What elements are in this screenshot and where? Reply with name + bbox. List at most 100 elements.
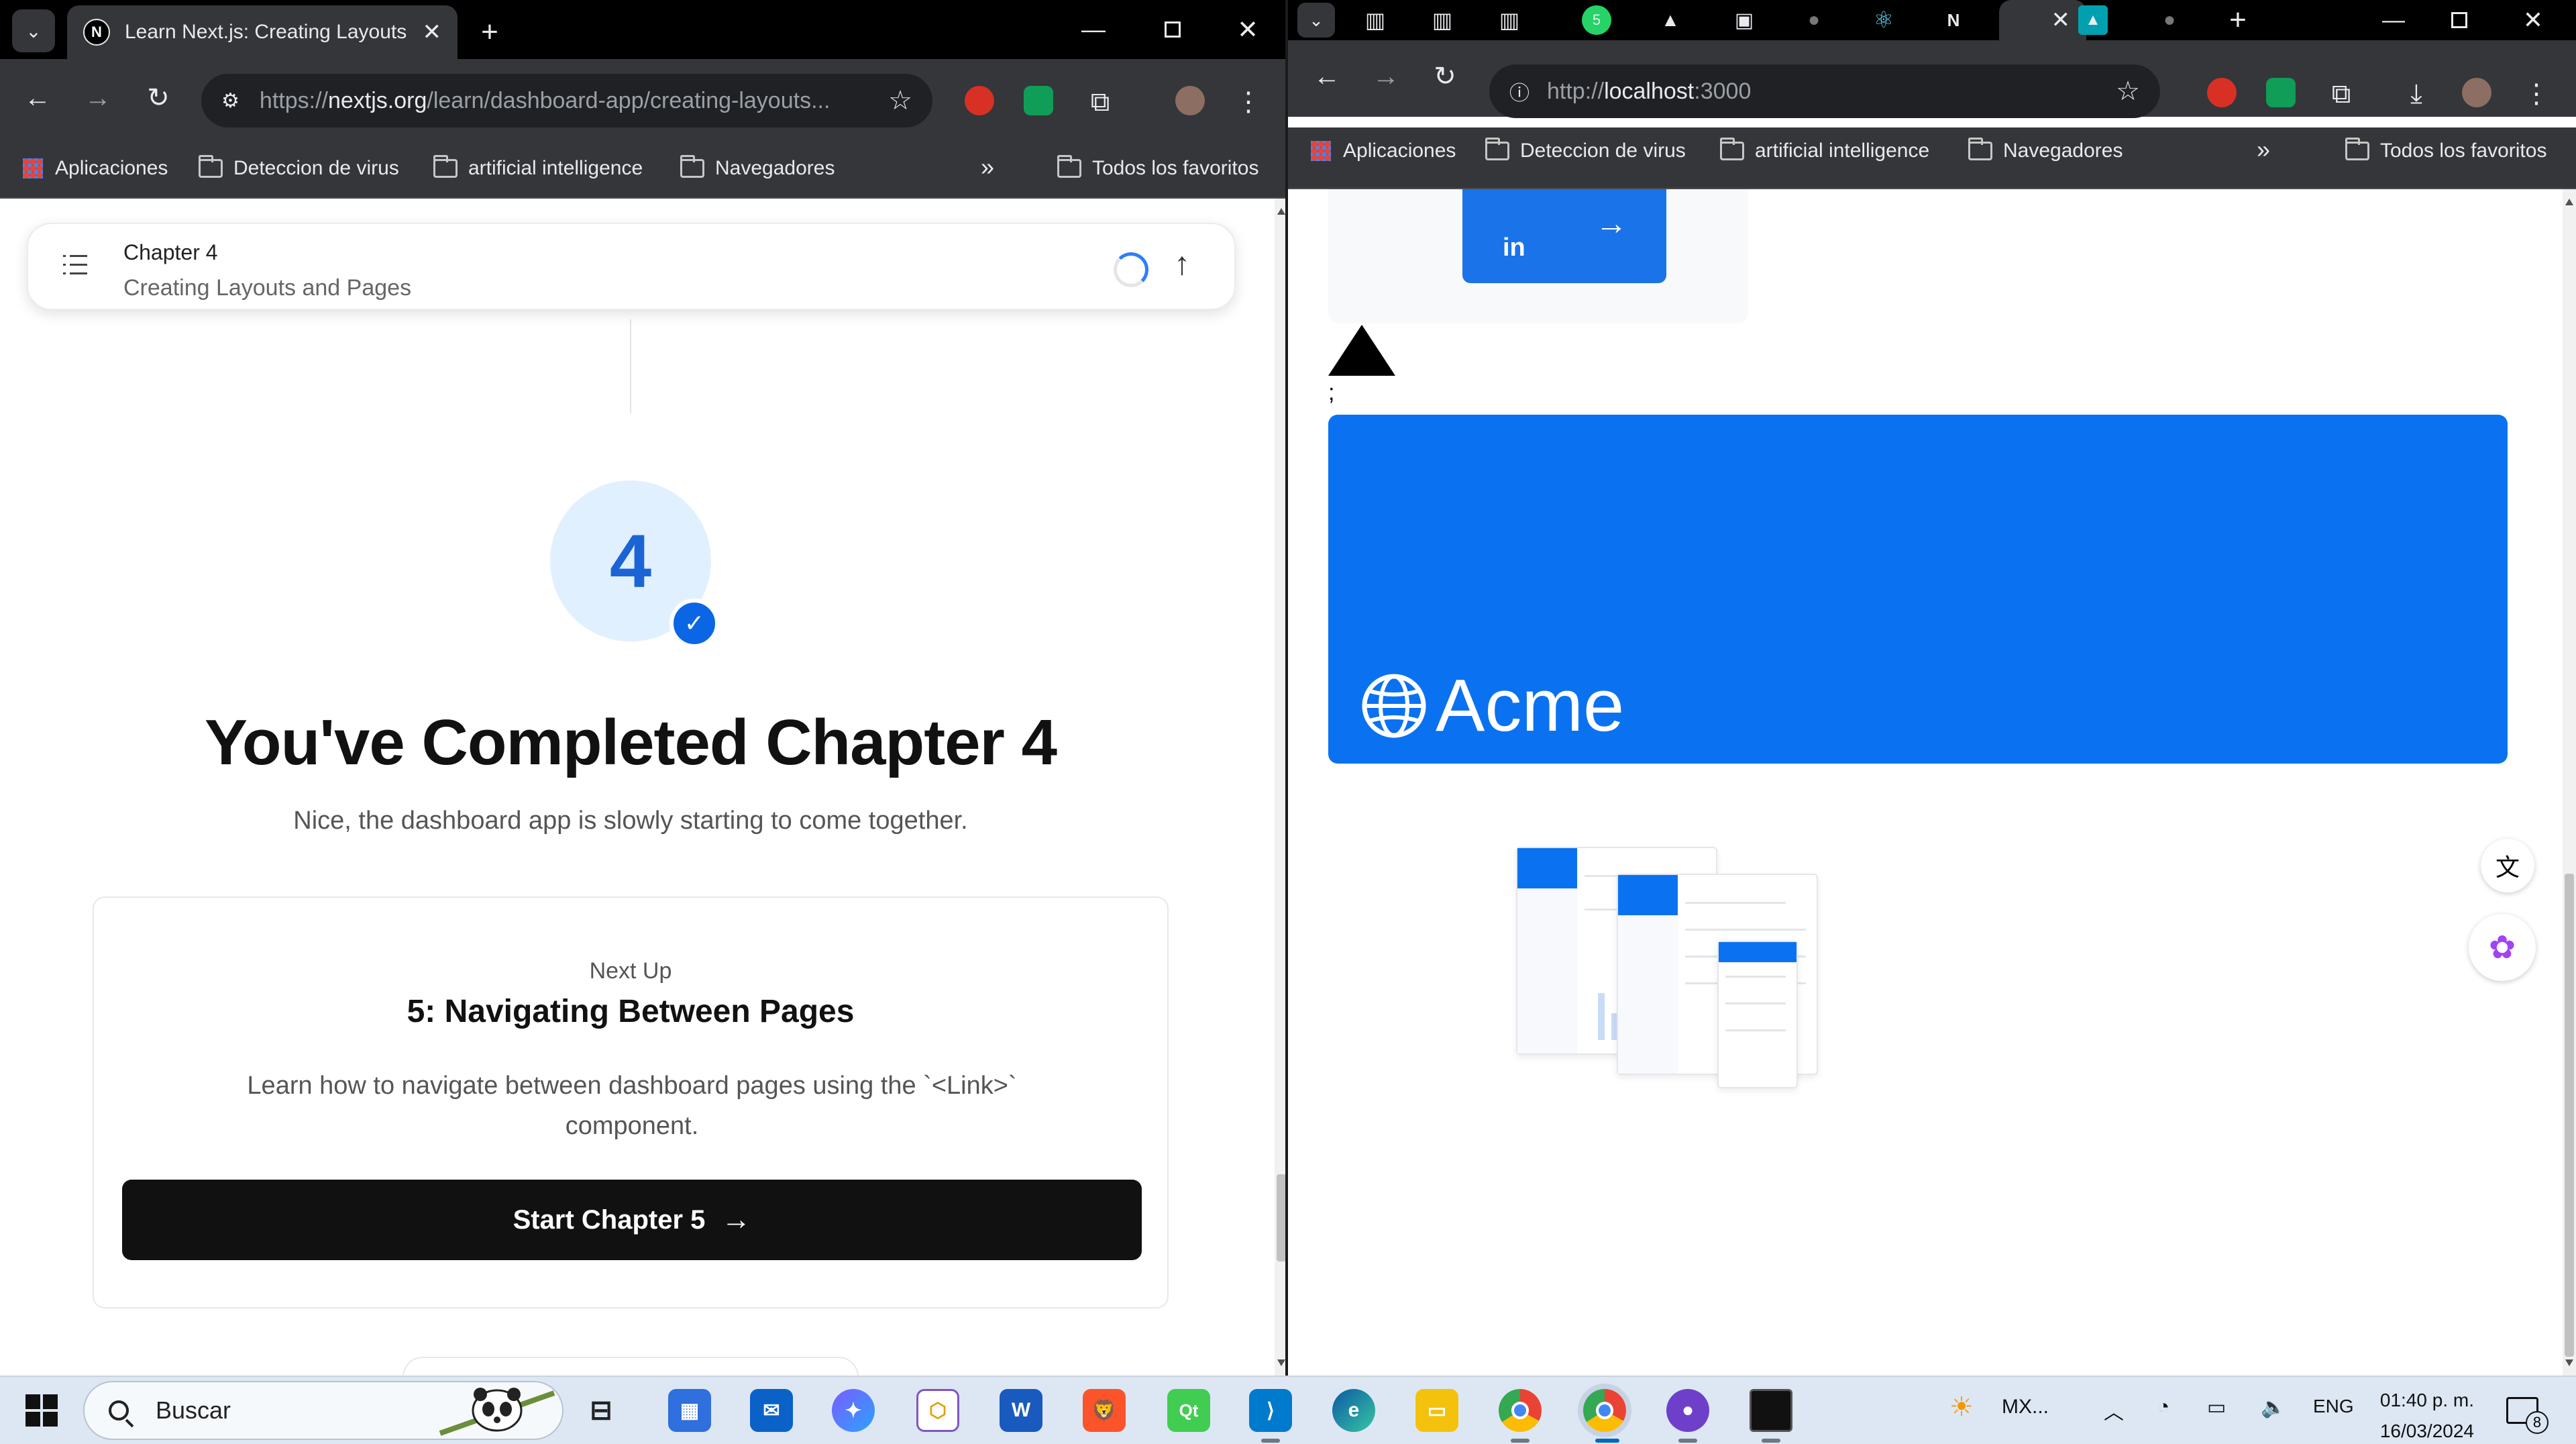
video-extension-icon[interactable]	[2266, 78, 2296, 107]
mail-icon[interactable]: ✉	[750, 1389, 793, 1432]
menu-kebab-icon[interactable]: ⋮	[2520, 74, 2553, 114]
more-bookmarks-chevron-icon[interactable]: »	[981, 153, 994, 181]
right-scrollbar[interactable]	[2563, 189, 2576, 1376]
adblock-extension-icon[interactable]	[2207, 78, 2237, 107]
wifi-icon[interactable]: ◔	[2157, 1396, 2169, 1419]
file-explorer-icon[interactable]: ▭	[1415, 1389, 1458, 1432]
back-button[interactable]: ←	[17, 78, 58, 118]
tab-search-button[interactable]: ⌄	[12, 9, 55, 52]
tab-contact-icon[interactable]: ▣	[1728, 4, 1760, 36]
copilot-icon[interactable]: ✦	[832, 1389, 875, 1432]
chapter-progress-bar[interactable]: Chapter 4 Creating Layouts and Pages ↑	[27, 223, 1236, 310]
bookmark-navegadores[interactable]: Navegadores	[680, 155, 835, 180]
bookmark-star-icon[interactable]: ☆	[2116, 76, 2140, 107]
tab-doc-icon[interactable]: ▥	[1359, 4, 1391, 36]
bookmark-aplicaciones[interactable]: Aplicaciones	[1311, 140, 1456, 162]
weather-label[interactable]: MX...	[2002, 1396, 2049, 1419]
bookmark-artificial-intelligence[interactable]: artificial intelligence	[1720, 138, 1929, 162]
maximize-button[interactable]	[1152, 9, 1193, 50]
bookmark-artificial-intelligence[interactable]: artificial intelligence	[433, 155, 643, 180]
right-address-bar[interactable]: ⓘ http://localhost:3000 ☆	[1489, 64, 2160, 118]
bookmark-aplicaciones[interactable]: Aplicaciones	[23, 157, 168, 180]
scroll-down-arrow-icon[interactable]	[1277, 1359, 1285, 1366]
weather-icon[interactable]: ☀	[1949, 1392, 1974, 1423]
minimize-button[interactable]: —	[2376, 3, 2411, 38]
bookmark-navegadores[interactable]: Navegadores	[1968, 138, 2123, 162]
bookmark-deteccion-de-virus[interactable]: Deteccion de virus	[1485, 138, 1686, 162]
profile-avatar[interactable]	[2462, 78, 2491, 107]
vscode-icon[interactable]: ⟩	[1249, 1389, 1292, 1432]
login-button[interactable]: → in	[1462, 189, 1666, 283]
battery-icon[interactable]: ▭	[2207, 1396, 2226, 1419]
forward-button[interactable]: →	[78, 78, 118, 118]
edge-icon[interactable]: e	[1332, 1389, 1375, 1432]
scroll-down-arrow-icon[interactable]	[2565, 1359, 2573, 1366]
extensions-puzzle-icon[interactable]: ⧉	[1080, 82, 1120, 122]
tab-github-icon[interactable]: ●	[2153, 4, 2186, 36]
tab-doc-icon[interactable]: ▥	[1426, 4, 1458, 36]
scrollbar-thumb[interactable]	[2565, 874, 2574, 1357]
github-desktop-icon[interactable]: ●	[1666, 1389, 1709, 1432]
tab-classroom-icon[interactable]: ▲	[2078, 5, 2108, 35]
tab-doc-icon[interactable]: ▥	[1493, 4, 1525, 36]
show-hidden-icons-chevron-icon[interactable]: ︿	[2104, 1396, 2124, 1425]
tab-react-icon[interactable]: ⚛	[1868, 4, 1900, 36]
new-tab-button[interactable]: +	[2220, 3, 2255, 38]
qt-creator-icon[interactable]: Qt	[1167, 1389, 1210, 1432]
reload-button[interactable]: ↻	[1425, 56, 1465, 97]
tab-github-icon[interactable]: ●	[1798, 4, 1830, 36]
start-chapter-button[interactable]: Start Chapter 5 →	[122, 1180, 1142, 1260]
tab-vercel-icon[interactable]: ▲	[1654, 4, 1686, 36]
notification-center-icon[interactable]: 8	[2506, 1397, 2548, 1434]
chrome-profile-icon[interactable]	[1583, 1389, 1626, 1432]
bookmark-deteccion-de-virus[interactable]: Deteccion de virus	[199, 155, 399, 180]
chrome-icon[interactable]	[1499, 1389, 1542, 1432]
extensions-puzzle-icon[interactable]: ⧉	[2321, 74, 2361, 114]
scrollbar-thumb[interactable]	[1277, 1174, 1286, 1261]
minimize-button[interactable]: —	[1073, 9, 1114, 50]
brave-browser-icon[interactable]: 🦁	[1083, 1389, 1126, 1432]
forward-button[interactable]: →	[1366, 56, 1406, 97]
maximize-button[interactable]	[2442, 3, 2477, 38]
ai-brain-extension-icon[interactable]: ✿	[2469, 914, 2536, 981]
tab-localhost-active[interactable]: ✕	[1999, 0, 2086, 40]
scroll-up-arrow-icon[interactable]	[1277, 208, 1285, 215]
left-address-bar[interactable]: ⚙ https://nextjs.org/learn/dashboard-app…	[201, 74, 932, 127]
scroll-to-top-arrow-icon[interactable]: ↑	[1174, 246, 1190, 282]
new-tab-button[interactable]: +	[470, 12, 510, 52]
microsoft-store-icon[interactable]: ▦	[668, 1389, 711, 1432]
tab-search-button[interactable]: ⌄	[1297, 3, 1335, 38]
menu-kebab-icon[interactable]: ⋮	[1232, 82, 1265, 122]
tab-learn-nextjs[interactable]: N Learn Next.js: Creating Layouts ✕	[67, 5, 458, 59]
adblock-extension-icon[interactable]	[965, 86, 994, 115]
system-clock[interactable]: 01:40 p. m. 16/03/2024	[2373, 1385, 2474, 1444]
close-tab-icon[interactable]: ✕	[423, 19, 442, 46]
site-info-icon[interactable]: ⚙	[221, 89, 239, 113]
terminal-icon[interactable]	[1750, 1389, 1792, 1432]
download-icon[interactable]: ⤓	[2396, 74, 2436, 114]
profile-avatar[interactable]	[1175, 86, 1205, 115]
bookmark-star-icon[interactable]: ☆	[888, 85, 912, 116]
bookmark-todos-los-favoritos[interactable]: Todos los favoritos	[1057, 155, 1258, 180]
task-view-icon[interactable]: ⊟	[580, 1389, 623, 1432]
translate-icon[interactable]: 文	[2481, 839, 2534, 892]
close-window-button[interactable]: ✕	[1228, 9, 1268, 50]
back-button[interactable]: ←	[1307, 56, 1347, 97]
word-icon[interactable]: W	[1000, 1389, 1042, 1432]
language-indicator[interactable]: ENG	[2313, 1396, 2354, 1417]
scroll-up-arrow-icon[interactable]	[2565, 199, 2573, 205]
reload-button[interactable]: ↻	[138, 78, 178, 118]
bookmark-todos-los-favoritos[interactable]: Todos los favoritos	[2345, 138, 2546, 162]
office-app-icon[interactable]: ⬡	[916, 1389, 959, 1432]
tab-whatsapp-icon[interactable]: 5	[1582, 5, 1611, 35]
tab-nextjs-icon[interactable]: N	[1937, 4, 1970, 36]
close-tab-icon[interactable]: ✕	[2051, 7, 2071, 34]
volume-icon[interactable]: 🔈	[2261, 1396, 2286, 1419]
table-of-contents-icon[interactable]	[63, 255, 87, 278]
video-extension-icon[interactable]	[1024, 86, 1053, 115]
close-window-button[interactable]: ✕	[2516, 3, 2551, 38]
arrow-right-icon: →	[1595, 206, 1627, 242]
windows-start-icon[interactable]	[25, 1394, 58, 1427]
more-bookmarks-chevron-icon[interactable]: »	[2257, 136, 2270, 164]
site-info-icon[interactable]: ⓘ	[1509, 76, 1529, 106]
